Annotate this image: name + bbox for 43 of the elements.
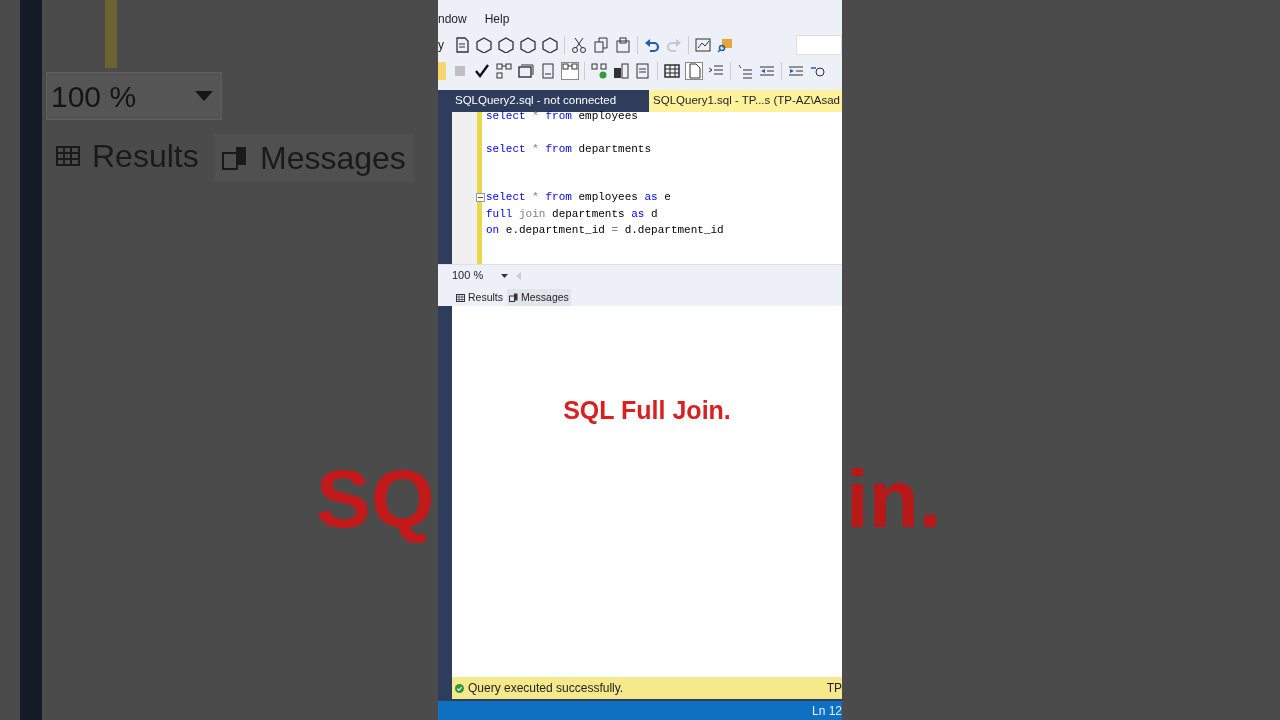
diagram-icon[interactable] xyxy=(496,63,512,79)
server-name: TP xyxy=(826,680,842,697)
chart-window-icon[interactable] xyxy=(695,37,711,53)
menu-item[interactable]: Help xyxy=(484,10,510,28)
caption-text: SQL Full Join. xyxy=(563,395,731,426)
document-stack-icon[interactable] xyxy=(509,293,518,302)
checkmark-icon[interactable] xyxy=(474,63,490,79)
zoom-value: 100 % xyxy=(452,268,484,284)
indent-icon[interactable] xyxy=(788,63,804,79)
success-check-icon[interactable] xyxy=(455,683,464,693)
grid-icon[interactable] xyxy=(456,293,465,302)
paste-icon[interactable] xyxy=(615,37,631,53)
document-icon[interactable] xyxy=(454,37,470,53)
toolbar-label: y xyxy=(438,37,444,54)
window-stack-icon[interactable] xyxy=(518,63,534,79)
document-tab[interactable]: SQLQuery1.sql - TP...s (TP-AZ\Asad xyxy=(649,90,842,112)
code-line: on e.department_id = d.department_id xyxy=(486,223,724,238)
outdent-icon[interactable] xyxy=(759,63,775,79)
diagram-check-icon[interactable] xyxy=(591,63,607,79)
undo-icon[interactable] xyxy=(644,37,660,53)
caption-text: in. xyxy=(846,458,942,540)
result-tab[interactable]: Messages xyxy=(507,289,571,306)
copy-icon[interactable] xyxy=(593,37,609,53)
zoom-value: 100 % xyxy=(51,78,137,115)
grid-icon[interactable] xyxy=(664,63,680,79)
status-message: Query executed successfully. xyxy=(468,680,624,697)
file-icon[interactable] xyxy=(686,63,702,79)
folder-search-icon[interactable] xyxy=(717,37,733,53)
change-marker-bar xyxy=(105,0,117,68)
cut-icon[interactable] xyxy=(571,37,587,53)
collapse-icon[interactable] xyxy=(476,193,485,203)
diagram-icon[interactable] xyxy=(562,63,578,79)
server-icon[interactable] xyxy=(613,63,629,79)
code-line: select * from employees as e xyxy=(486,190,671,206)
code-line: full join departments as d xyxy=(486,206,658,222)
calculator-icon[interactable] xyxy=(540,63,556,79)
search-field[interactable] xyxy=(796,35,842,55)
zoom-dropdown[interactable]: 100 % xyxy=(452,267,508,284)
menu-item[interactable]: ndow xyxy=(438,10,467,28)
code-line: select * from departments xyxy=(486,141,652,157)
dropdown-arrow-icon[interactable] xyxy=(501,273,508,278)
line-position: Ln 12 xyxy=(811,703,842,720)
comment-lines-icon[interactable] xyxy=(737,63,753,79)
